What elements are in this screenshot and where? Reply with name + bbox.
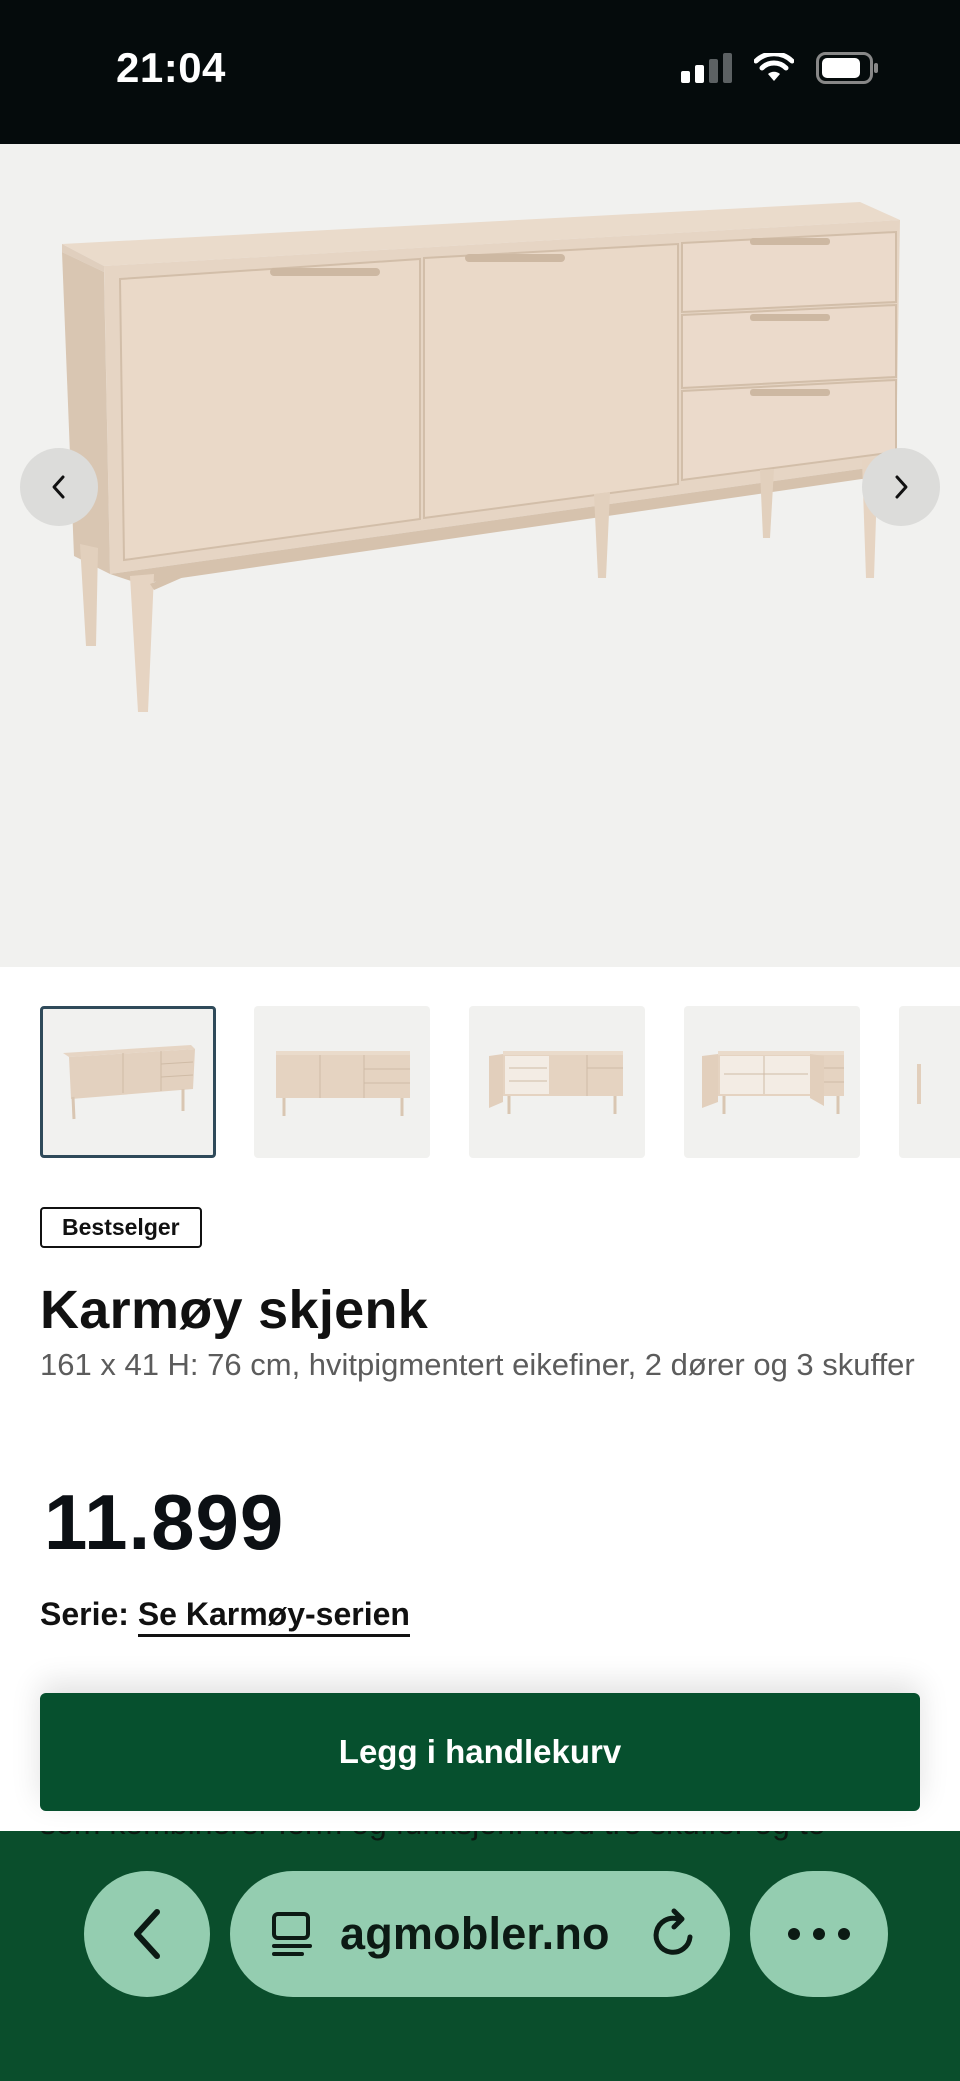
thumbnail-image [63,1045,195,1120]
thumbnail-image [917,1064,921,1104]
product-description: 161 x 41 H: 76 cm, hvitpigmentert eikefi… [40,1347,915,1382]
thumbnail-image [276,1051,410,1116]
description-peek-text: som kombinerer form og funksjon. Med tre… [40,1831,826,1842]
address-bar[interactable]: agmobler.no [230,1871,730,1997]
gallery-prev-button[interactable] [20,448,98,526]
battery-icon [816,52,878,84]
thumbnail-image [489,1051,623,1114]
gallery-next-button[interactable] [862,448,940,526]
thumbnail-5[interactable] [899,1006,960,1158]
chevron-left-icon [52,475,65,499]
thumbnail-image [702,1051,844,1114]
wifi-icon [754,53,794,81]
status-icons [681,52,880,84]
more-options-button[interactable] [750,1871,888,1997]
thumbnail-4[interactable] [684,1006,860,1158]
url-text: agmobler.no [340,1908,610,1959]
product-title: Karmøy skjenk [40,1280,429,1340]
product-price: 11.899 [44,1478,285,1566]
browser-back-button[interactable] [84,1871,210,1997]
thumbnail-strip [0,1006,960,1158]
browser-toolbar: som kombinerer form og funksjon. Med tre… [0,1831,960,2081]
thumbnail-1[interactable] [40,1006,216,1158]
reload-icon[interactable] [648,1905,700,1963]
more-dots-icon [788,1928,850,1940]
sideboard-image [62,202,900,712]
status-bar: 21:04 [0,0,960,144]
chevron-left-icon [134,1909,160,1959]
chevron-right-icon [895,475,908,499]
thumbnail-3[interactable] [469,1006,645,1158]
reader-tabs-icon [272,1912,312,1956]
product-image-main[interactable] [0,144,960,967]
thumbnail-2[interactable] [254,1006,430,1158]
status-time: 21:04 [116,44,226,91]
series-label: Serie: [40,1596,129,1632]
bestseller-badge: Bestselger [40,1207,202,1248]
series-link[interactable]: Se Karmøy-serien [137,1596,410,1637]
series-row: Serie: Se Karmøy-serien [40,1596,410,1637]
add-to-cart-button[interactable]: Legg i handlekurv [40,1693,920,1811]
cellular-signal-icon [681,53,732,83]
